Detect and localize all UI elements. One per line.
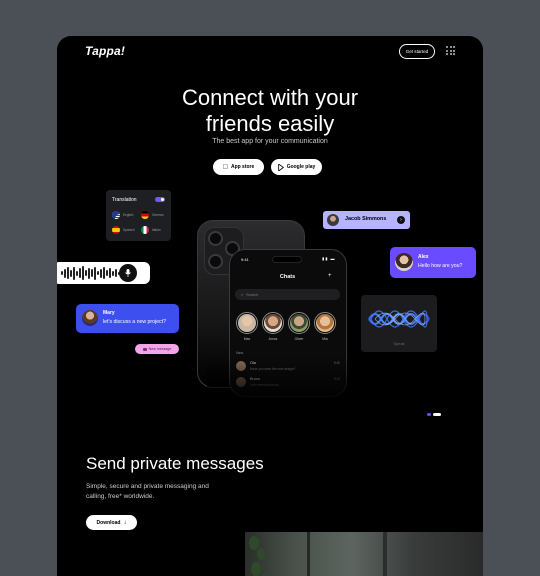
language-label: English [123,213,134,217]
jacob-name: Jacob Simmons [345,216,387,222]
section-subtitle: Simple, secure and private messaging and… [86,483,209,500]
avatar [238,314,256,332]
get-started-button[interactable]: Get started [399,44,435,59]
germany-flag-icon [141,211,149,219]
hero-title: Connect with your friends easily [57,85,483,137]
message-icon [142,347,147,351]
alex-avatar [395,253,413,271]
story-amos[interactable]: Amos [262,312,284,341]
hero-subtitle: The best app for your communication [212,138,328,145]
new-message-label: New message [148,347,172,351]
voice-message-bar[interactable] [57,262,150,284]
jacob-avatar [327,214,339,226]
language-german[interactable]: German [141,211,164,219]
speak-label: Speak [393,341,405,346]
download-label: Download [96,519,121,526]
phone-fade-overlay [207,356,377,416]
hero-title-line-1: Connect with your [181,85,359,110]
arrow-right-icon[interactable]: › [397,216,405,224]
language-label: Spanish [123,228,135,232]
grid-dots-icon[interactable] [446,46,455,55]
search-placeholder: Search [246,292,259,297]
new-chats-label: New [236,351,244,355]
speak-panel[interactable]: Speak [361,295,437,352]
translation-title: Translation [112,197,137,203]
story-oliver[interactable]: Oliver [288,312,310,341]
search-icon: ⌕ [241,292,244,297]
app-store-button[interactable]:  App store [213,159,264,175]
avatar [290,314,308,332]
jacob-contact-pill[interactable]: Jacob Simmons › [323,211,410,229]
language-label: German [152,213,164,217]
avatar [264,314,282,332]
language-spanish[interactable]: Spanish [112,226,135,234]
google-play-button[interactable]: Google play [271,159,322,175]
audio-waveform [61,266,120,280]
avatar [316,314,334,332]
story-name: Mia [322,337,328,341]
new-message-badge[interactable]: New message [135,344,179,354]
story-name: Amos [268,337,278,341]
language-label: Italian [152,228,161,232]
dynamic-island [272,256,302,263]
language-english[interactable]: English [112,211,133,219]
voice-wave-icon [368,310,430,328]
alex-message: Hello how are you? [418,263,463,269]
phone-time: 9:41 [241,257,249,262]
alex-name: Alex [418,254,429,260]
microphone-icon[interactable] [119,264,137,282]
download-button[interactable]: Download ↓ [86,515,137,530]
plus-icon[interactable]: + [328,273,332,279]
mary-message-bubble[interactable]: Mary let's discuss a new project? [76,304,179,333]
translation-toggle[interactable] [155,197,165,202]
phone-search-input[interactable]: ⌕ Search [235,289,340,300]
mary-name: Mary [103,310,115,316]
google-play-label: Google play [286,164,316,170]
us-flag-icon [112,211,120,219]
apple-icon:  [223,164,228,171]
story-name: Oliver [294,337,304,341]
story-max[interactable]: Max [236,312,258,341]
landing-page-card: Tappa! Get started Connect with your fri… [57,36,483,576]
mary-message: let's discuss a new project? [103,319,166,325]
mary-avatar [82,310,98,326]
alex-message-bubble[interactable]: Alex Hello how are you? [390,247,476,278]
language-italian[interactable]: Italian [141,226,161,234]
app-store-label: App store [228,164,254,170]
play-store-icon [277,163,284,171]
carousel-indicator[interactable] [427,413,441,416]
signal-battery-icon: ▮▮ ▬ [322,256,336,261]
section-title: Send private messages [86,454,264,473]
italy-flag-icon [141,226,149,234]
story-mia[interactable]: Mia [314,312,336,341]
download-icon: ↓ [123,519,127,526]
brand-logo[interactable]: Tappa! [85,44,125,58]
story-name: Max [243,337,251,341]
spain-flag-icon [112,226,120,234]
hero-title-line-2: friends easily [205,111,335,136]
translation-panel: Translation English German Spanish Itali… [106,190,171,241]
lifestyle-photo [245,532,483,576]
